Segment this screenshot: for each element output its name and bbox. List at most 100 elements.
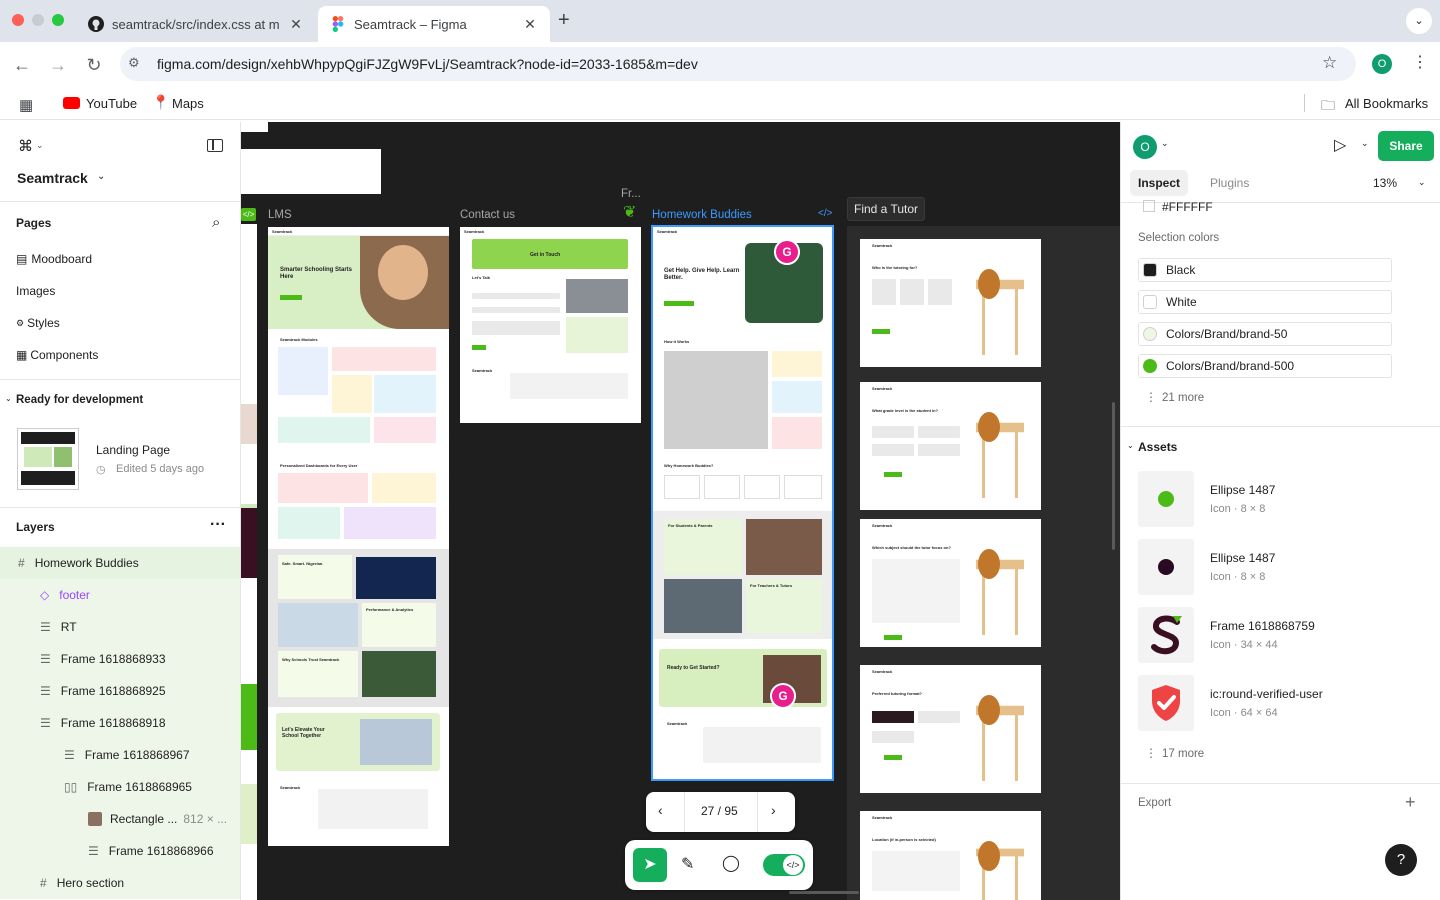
assets-more[interactable]: 17 more bbox=[1162, 748, 1204, 760]
asset-verified-user[interactable]: ic:round-verified-user Icon · 64 × 64 bbox=[1138, 675, 1398, 731]
reload-icon[interactable]: ↻ bbox=[81, 52, 107, 78]
help-button[interactable]: ? bbox=[1385, 844, 1417, 876]
minimize-window-button[interactable] bbox=[32, 14, 44, 26]
page-item-styles[interactable]: ⚙ Styles bbox=[0, 307, 240, 339]
all-bookmarks[interactable]: All Bookmarks bbox=[1345, 96, 1428, 111]
share-button[interactable]: Share bbox=[1378, 131, 1434, 161]
dev-mode-toggle[interactable]: </> bbox=[763, 854, 805, 876]
chevron-down-icon[interactable]: ⌄ bbox=[36, 140, 44, 151]
url-text[interactable]: figma.com/design/xehbWhpypQgiFJZgW9FvLj/… bbox=[157, 56, 698, 72]
back-icon[interactable]: ← bbox=[9, 52, 35, 78]
site-settings-icon[interactable]: ⚙ bbox=[128, 55, 140, 71]
ready-item-name[interactable]: Landing Page bbox=[96, 443, 170, 457]
frame-label-lms[interactable]: LMS bbox=[268, 209, 292, 221]
chevron-down-icon[interactable]: ⌄ bbox=[1161, 138, 1169, 149]
browser-tab-github[interactable]: seamtrack/src/index.css at m ✕ bbox=[76, 6, 316, 42]
page-item-images[interactable]: Images bbox=[0, 275, 240, 307]
eyedropper-tool-icon[interactable]: ✎ bbox=[681, 854, 694, 874]
layer-footer[interactable]: ◇ footer bbox=[0, 579, 240, 611]
frame-label-homework[interactable]: Homework Buddies bbox=[652, 209, 752, 221]
new-tab-button[interactable]: + bbox=[558, 9, 570, 32]
layer-rt[interactable]: ☰ RT bbox=[0, 611, 240, 643]
file-name[interactable]: Seamtrack bbox=[17, 170, 88, 186]
layer-frame-1618868933[interactable]: ☰ Frame 1618868933 bbox=[0, 643, 240, 675]
layer-rectangle[interactable]: Rectangle ... 812 × ... bbox=[0, 803, 240, 835]
selection-color-black[interactable]: Black bbox=[1138, 258, 1392, 282]
layer-frame-1618868918[interactable]: ☰ Frame 1618868918 bbox=[0, 707, 240, 739]
frame-label-contact[interactable]: Contact us bbox=[460, 209, 515, 221]
fill-hex[interactable]: #FFFFFF bbox=[1162, 200, 1213, 214]
zoom-level[interactable]: 13% bbox=[1373, 176, 1397, 190]
tutor-frame-2[interactable]: Seamtrack What grade level is the studen… bbox=[860, 382, 1041, 510]
frame-homework-buddies[interactable]: Seamtrack Get Help. Give Help. Learn Bet… bbox=[651, 225, 834, 781]
bookmark-maps[interactable]: Maps bbox=[172, 96, 204, 111]
chevron-down-icon[interactable]: ⌄ bbox=[1361, 138, 1369, 149]
selection-color-brand-500[interactable]: Colors/Brand/brand-500 bbox=[1138, 354, 1392, 378]
tab-plugins[interactable]: Plugins bbox=[1210, 176, 1249, 190]
close-tab-icon[interactable]: ✕ bbox=[522, 16, 538, 33]
search-icon[interactable]: ⌕ bbox=[212, 214, 220, 231]
asset-ellipse-green[interactable]: Ellipse 1487 Icon · 8 × 8 bbox=[1138, 471, 1398, 527]
profile-avatar[interactable]: O bbox=[1372, 54, 1392, 74]
layer-frame-1618868966[interactable]: ☰ Frame 1618868966 bbox=[0, 835, 240, 867]
tutor-frame-3[interactable]: Seamtrack Which subject should the tutor… bbox=[860, 519, 1041, 647]
layer-hero-section[interactable]: # Hero section bbox=[0, 867, 240, 899]
frame-lms[interactable]: Seamtrack Smarter Schooling Starts Here … bbox=[268, 227, 449, 846]
figma-menu-icon[interactable]: ⌘ bbox=[18, 137, 33, 155]
close-window-button[interactable] bbox=[12, 14, 24, 26]
prev-frame-button[interactable]: ‹ bbox=[658, 802, 663, 818]
user-avatar[interactable]: O bbox=[1133, 135, 1157, 159]
apps-grid-icon[interactable]: ▦ bbox=[19, 96, 33, 114]
more-options-icon[interactable]: ··· bbox=[210, 516, 226, 534]
design-canvas[interactable]: </> LMS Seamtrack Smarter Schooling Star… bbox=[241, 122, 1120, 900]
frame-contact-us[interactable]: Seamtrack Get in Touch Let's Talk Seamtr… bbox=[460, 227, 641, 423]
layer-label: Frame 1618868933 bbox=[60, 652, 166, 666]
landing-page-thumbnail[interactable] bbox=[17, 428, 79, 490]
selection-color-white[interactable]: White bbox=[1138, 290, 1392, 314]
forward-icon[interactable]: → bbox=[45, 52, 71, 78]
vertical-scrollbar[interactable] bbox=[1112, 402, 1115, 550]
add-export-icon[interactable]: + bbox=[1405, 792, 1416, 813]
frame-label-fr[interactable]: Fr... bbox=[621, 188, 641, 200]
collaborator-avatar[interactable]: G bbox=[770, 683, 796, 709]
chevron-down-icon[interactable]: ⌄ bbox=[97, 171, 105, 182]
tutor-frame-4[interactable]: Seamtrack Preferred tutoring format? bbox=[860, 665, 1041, 793]
close-tab-icon[interactable]: ✕ bbox=[288, 16, 304, 33]
maximize-window-button[interactable] bbox=[52, 14, 64, 26]
tutor-frame-5[interactable]: Seamtrack Location (if in-person is sele… bbox=[860, 811, 1041, 900]
bookmark-star-icon[interactable]: ☆ bbox=[1322, 53, 1337, 73]
bookmark-youtube[interactable]: YouTube bbox=[86, 96, 137, 111]
page-item-components[interactable]: ▦ Components bbox=[0, 339, 240, 371]
layer-homework-buddies[interactable]: # Homework Buddies bbox=[0, 547, 240, 579]
tab-inspect[interactable]: Inspect bbox=[1130, 170, 1189, 196]
layer-frame-1618868925[interactable]: ☰ Frame 1618868925 bbox=[0, 675, 240, 707]
layer-frame-1618868967[interactable]: ☰ Frame 1618868967 bbox=[0, 739, 240, 771]
comment-tool-icon[interactable]: ◯ bbox=[722, 853, 740, 873]
tab-search-icon[interactable]: ⌄ bbox=[1406, 8, 1432, 34]
browser-tab-figma[interactable]: Seamtrack – Figma ✕ bbox=[318, 6, 550, 42]
frame-label-find-tutor[interactable]: Find a Tutor bbox=[847, 197, 926, 221]
horizontal-scrollbar[interactable] bbox=[789, 891, 859, 894]
partial-frame[interactable] bbox=[241, 122, 268, 132]
chevron-down-icon[interactable]: ⌄ bbox=[5, 394, 12, 403]
tutor-frame-1[interactable]: Seamtrack Who is the tutoring for? bbox=[860, 239, 1041, 367]
browser-menu-icon[interactable]: ⋮ bbox=[1412, 52, 1428, 72]
move-tool-icon[interactable]: ➤ bbox=[633, 848, 667, 882]
asset-frame-logo[interactable]: Frame 1618868759 Icon · 34 × 44 bbox=[1138, 607, 1398, 663]
collaborator-avatar[interactable]: G bbox=[774, 239, 800, 265]
partial-frame[interactable] bbox=[241, 149, 381, 194]
selection-color-brand-50[interactable]: Colors/Brand/brand-50 bbox=[1138, 322, 1392, 346]
pages-title: Pages bbox=[16, 216, 52, 230]
code-icon[interactable]: </> bbox=[818, 208, 832, 219]
chevron-down-icon[interactable]: ⌄ bbox=[1127, 441, 1134, 450]
chevron-down-icon[interactable]: ⌄ bbox=[1418, 177, 1426, 188]
page-item-moodboard[interactable]: ▤ Moodboard bbox=[0, 243, 240, 275]
present-play-icon[interactable]: ▷ bbox=[1334, 135, 1346, 155]
layer-frame-1618868965[interactable]: ▯▯ Frame 1618868965 bbox=[0, 771, 240, 803]
ready-title[interactable]: Ready for development bbox=[16, 394, 143, 406]
next-frame-button[interactable]: › bbox=[771, 802, 776, 818]
omnibox[interactable]: ⚙ figma.com/design/xehbWhpypQgiFJZgW9FvL… bbox=[120, 47, 1356, 81]
toggle-sidebar-icon[interactable] bbox=[207, 139, 223, 152]
asset-ellipse-dark[interactable]: Ellipse 1487 Icon · 8 × 8 bbox=[1138, 539, 1398, 595]
colors-more[interactable]: 21 more bbox=[1162, 392, 1204, 404]
